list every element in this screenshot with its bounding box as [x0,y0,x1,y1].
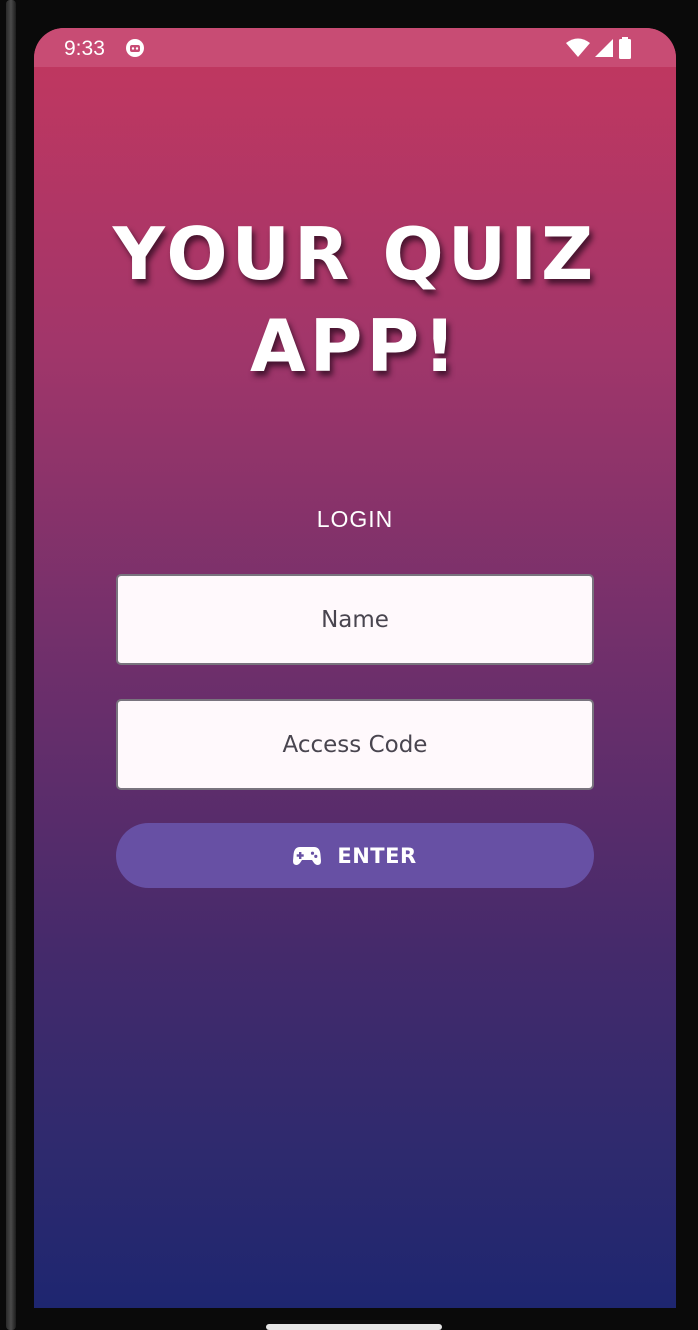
status-time: 9:33 [64,37,105,60]
gesture-nav-handle[interactable] [266,1324,442,1330]
app-title-line-1: YOUR QUIZ [112,212,598,296]
enter-button[interactable]: ENTER [116,823,594,888]
device-frame: 9:33 YOUR QUIZ APP! LOGIN Name Access Co… [0,0,698,1330]
battery-icon [619,37,631,59]
app-title: YOUR QUIZ APP! [34,208,676,392]
app-screen: 9:33 YOUR QUIZ APP! LOGIN Name Access Co… [34,28,676,1308]
gamepad-icon [293,846,322,865]
status-bar: 9:33 [34,28,676,67]
login-heading: LOGIN [316,506,394,532]
cell-signal-icon [595,39,613,57]
name-input[interactable] [116,574,594,665]
robot-face-icon [126,39,144,57]
access-code-input[interactable] [116,699,594,790]
wifi-icon [566,38,590,57]
device-side-edge [6,0,16,1330]
enter-button-label: ENTER [337,843,417,868]
app-title-line-2: APP! [249,304,461,388]
status-icons [566,37,632,59]
